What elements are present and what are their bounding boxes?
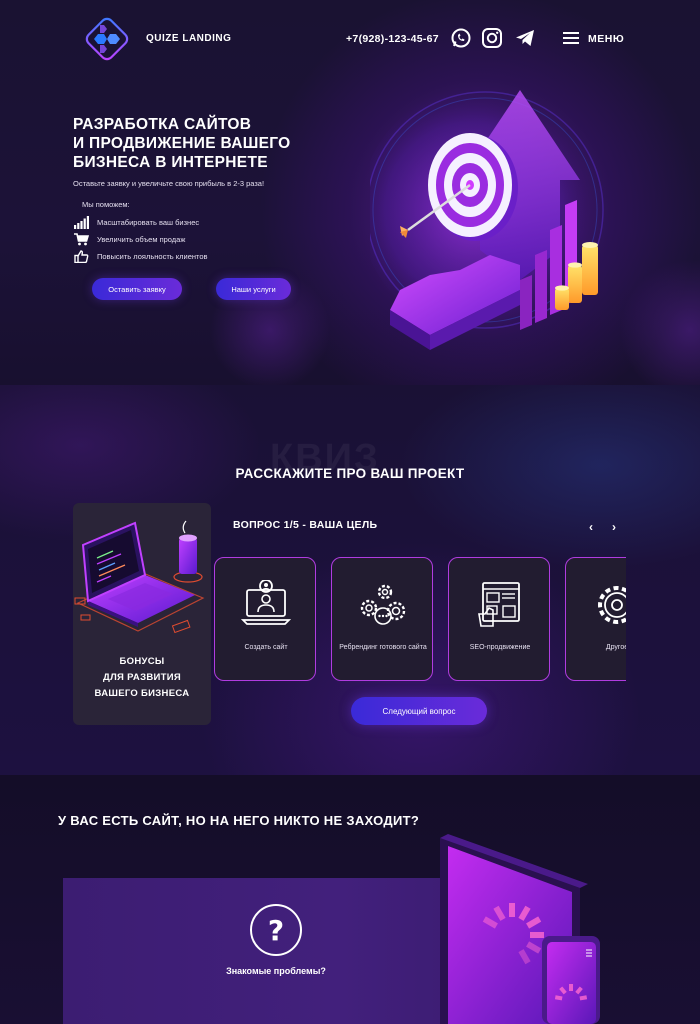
benefit-item: Масштабировать ваш бизнес	[74, 215, 199, 229]
bonus-text: БОНУСЫ ДЛЯ РАЗВИТИЯ ВАШЕГО БИЗНЕСА	[73, 654, 211, 702]
telegram-icon[interactable]	[514, 27, 536, 49]
bonus-line: БОНУСЫ	[119, 656, 165, 667]
menu-button[interactable]: МЕНЮ	[588, 33, 624, 45]
signal-bars-icon	[74, 215, 89, 229]
quiz-option-label: Создать сайт	[244, 644, 288, 651]
next-question-button[interactable]: Следующий вопрос	[351, 697, 487, 725]
seo-dashboard-icon	[478, 582, 520, 627]
quiz-option-label: Ребрендинг готового сайта	[339, 644, 427, 651]
hero-title-line: БИЗНЕСА В ИНТЕРНЕТЕ	[73, 154, 268, 171]
quiz-option[interactable]: Другое	[565, 557, 626, 681]
cart-icon	[74, 232, 89, 245]
hamburger-menu-icon[interactable]	[563, 31, 579, 45]
submit-request-button[interactable]: Оставить заявку	[92, 278, 182, 300]
quiz-option[interactable]: Создать сайт	[214, 557, 316, 681]
quiz-option[interactable]: Ребрендинг готового сайта	[331, 557, 433, 681]
our-services-button[interactable]: Наши услуги	[216, 278, 291, 300]
benefit-label: Повысить лояльность клиентов	[97, 251, 208, 261]
target-growth-illustration	[370, 85, 610, 350]
prev-arrow-button[interactable]: ‹	[585, 520, 597, 534]
benefit-label: Увеличить объем продаж	[97, 234, 186, 244]
help-label: Мы поможем:	[82, 200, 130, 209]
question-mark-icon: ?	[250, 904, 302, 956]
hero-title: РАЗРАБОТКА САЙТОВ И ПРОДВИЖЕНИЕ ВАШЕГО Б…	[73, 115, 333, 172]
quiz-options-carousel: Создать сайт Ребрендинг готового сайта S…	[214, 557, 626, 683]
phone-number[interactable]: +7(928)-123-45-67	[346, 33, 439, 45]
instagram-icon[interactable]	[481, 27, 503, 49]
benefit-item: Увеличить объем продаж	[74, 232, 185, 246]
logo-text[interactable]: QUIZE LANDING	[146, 33, 231, 44]
hero-title-line: И ПРОДВИЖЕНИЕ ВАШЕГО	[73, 135, 291, 152]
bonus-line: ВАШЕГО БИЗНЕСА	[94, 688, 190, 699]
devices-illustration	[440, 834, 600, 1024]
question-title: ВОПРОС 1/5 - ВАША ЦЕЛЬ	[233, 519, 378, 531]
thumbs-up-icon	[74, 249, 89, 263]
laptop-coffee-illustration	[74, 520, 205, 634]
quiz-option[interactable]: SEO-продвижение	[448, 557, 550, 681]
gears-icon	[360, 584, 406, 625]
quiz-section-title: РАССКАЖИТЕ ПРО ВАШ ПРОЕКТ	[235, 466, 465, 481]
problems-title: У ВАС ЕСТЬ САЙТ, НО НА НЕГО НИКТО НЕ ЗАХ…	[58, 813, 420, 828]
next-arrow-button[interactable]: ›	[608, 520, 620, 534]
quiz-option-label: Другое	[605, 644, 626, 651]
logo-icon[interactable]	[80, 12, 134, 66]
benefit-label: Масштабировать ваш бизнес	[97, 217, 200, 227]
gear-icon	[598, 586, 626, 624]
quiz-option-label: SEO-продвижение	[469, 644, 531, 651]
benefit-item: Повысить лояльность клиентов	[74, 249, 208, 263]
whatsapp-icon[interactable]	[450, 27, 472, 49]
laptop-user-icon	[241, 580, 291, 625]
hero-subtitle: Оставьте заявку и увеличьте свою прибыль…	[73, 179, 265, 188]
hero-title-line: РАЗРАБОТКА САЙТОВ	[73, 116, 252, 133]
bonus-line: ДЛЯ РАЗВИТИЯ	[103, 672, 181, 683]
bonus-card[interactable]: БОНУСЫ ДЛЯ РАЗВИТИЯ ВАШЕГО БИЗНЕСА	[73, 503, 211, 725]
